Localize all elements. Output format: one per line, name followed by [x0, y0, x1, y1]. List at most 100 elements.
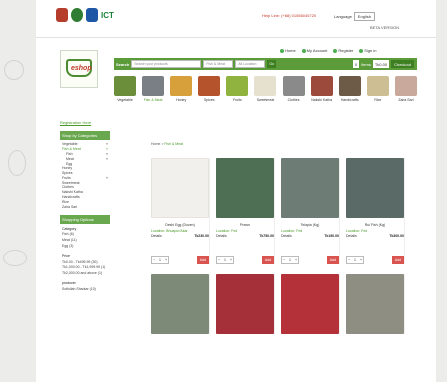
quantity-stepper[interactable]: −1 +	[151, 256, 169, 264]
cart-total: Tk0.00	[372, 60, 390, 68]
filter-price-3[interactable]: Tk2,000.00 and above (1)	[60, 270, 110, 276]
category-fish-meat[interactable]: Fish & Meat	[142, 76, 165, 102]
category-strip: Vegetable Fish & Meat Honey Spices Fruit…	[114, 76, 417, 102]
breadcrumb-home[interactable]: Home	[151, 142, 160, 146]
product-image[interactable]	[216, 158, 274, 218]
left-background	[0, 0, 36, 382]
breadcrumb: Home > Fish & Meat	[151, 142, 183, 146]
product-location: Location: Bhuapur/Akar	[151, 229, 188, 233]
language-dropdown[interactable]: English	[353, 12, 375, 21]
checkout-button[interactable]: Checkout	[391, 60, 414, 68]
category-fruits[interactable]: Fruits	[226, 76, 249, 102]
page-frame: ICT Help Line: (+88) 01556045720 Languag…	[36, 0, 436, 382]
product-image[interactable]	[281, 274, 339, 334]
category-zaira-sari-image	[394, 76, 417, 96]
product-name[interactable]: Prawn	[216, 223, 274, 227]
right-background	[436, 0, 447, 382]
sign-in-link[interactable]: Sign in	[359, 48, 377, 53]
product-name[interactable]: Telapia (Kg)	[281, 223, 339, 227]
product-details-link[interactable]: Details	[281, 234, 292, 238]
category-nakshi-katha-image	[310, 76, 333, 96]
product-price: Tk750.00	[259, 234, 274, 238]
category-handicrafts-image	[338, 76, 361, 96]
product-image[interactable]	[281, 158, 339, 218]
product-grid: Deshi Egg (Dozen) Location: Bhuapur/Akar…	[151, 158, 406, 334]
home-link[interactable]: Home	[280, 48, 296, 53]
beta-label: BETA VERSION	[370, 25, 400, 30]
product-details-link[interactable]: Details	[151, 234, 162, 238]
category-select[interactable]: Fish & Meat	[203, 60, 234, 68]
category-rice-image	[366, 76, 389, 96]
breadcrumb-current: Fish & Meat	[164, 142, 184, 146]
product-card: Rui Fish (Kg) Location: Fed Details Tk300…	[346, 158, 405, 264]
category-rice[interactable]: Rice	[366, 76, 389, 102]
sidebar: Registration Here Shop by Categories Veg…	[60, 120, 110, 292]
category-vegetable[interactable]: Vegetable	[114, 76, 136, 102]
filter-egg[interactable]: Egg (3)	[60, 243, 110, 249]
product-card: Deshi Egg (Dozen) Location: Bhuapur/Akar…	[151, 158, 210, 264]
product-name[interactable]: Rui Fish (Kg)	[346, 223, 404, 227]
product-card: Prawn Location: Fed Details Tk750.00 −1 + A…	[216, 158, 275, 264]
product-image[interactable]	[346, 158, 404, 218]
ict-logo: ICT	[101, 10, 114, 20]
category-honey[interactable]: Honey	[170, 76, 193, 102]
my-account-link[interactable]: My Account	[301, 48, 327, 53]
category-handicrafts[interactable]: Handicrafts	[338, 76, 361, 102]
category-sweetmeat-image	[254, 76, 277, 96]
add-to-cart-button[interactable]: Add	[196, 256, 209, 264]
category-sweetmeat[interactable]: Sweetmeat	[254, 76, 277, 102]
language-label: Language	[334, 14, 352, 19]
shop-by-categories-heading: Shop by Categories	[60, 131, 110, 140]
product-price: Tk190.00	[324, 234, 339, 238]
product-details-link[interactable]: Details	[346, 234, 357, 238]
search-label: Search	[116, 61, 130, 67]
category-fruits-image	[226, 76, 249, 96]
search-input[interactable]: Search your products	[131, 60, 202, 68]
product-image[interactable]	[346, 274, 404, 334]
add-to-cart-button[interactable]: Add	[326, 256, 339, 264]
quantity-stepper[interactable]: −1 +	[216, 256, 234, 264]
location-select[interactable]: All Location	[235, 60, 266, 68]
product-name[interactable]: Deshi Egg (Dozen)	[151, 223, 209, 227]
shopping-options-heading: Shopping Options	[60, 214, 110, 224]
category-clothes[interactable]: Clothes	[282, 76, 305, 102]
quantity-stepper[interactable]: −1 +	[346, 256, 364, 264]
cart-items-label: Items	[361, 61, 371, 67]
category-honey-image	[170, 76, 193, 96]
category-fish-meat-image	[142, 76, 165, 96]
product-location: Location: Fed	[346, 229, 368, 233]
product-price: Tk230.00	[194, 234, 209, 238]
cart-summary[interactable]: 0 Items Tk0.00 Checkout	[352, 60, 415, 68]
add-to-cart-button[interactable]: Add	[261, 256, 274, 264]
partner-logos: ICT	[56, 8, 114, 22]
product-image[interactable]	[151, 158, 209, 218]
product-card: Telapia (Kg) Location: Fed Details Tk190.…	[281, 158, 340, 264]
category-zaira-sari[interactable]: Zaira Sari	[394, 76, 417, 102]
government-seal-icon	[71, 8, 83, 22]
filter-producer-1[interactable]: Sofiullah Sharkar (10)	[60, 286, 110, 292]
filter-price-2[interactable]: Tk1,000.00 - Tk1,999.99 (1)	[60, 265, 110, 271]
language-selector[interactable]: Language English	[334, 12, 375, 21]
product-image[interactable]	[216, 274, 274, 334]
quantity-stepper[interactable]: −1 +	[281, 256, 299, 264]
help-line: Help Line: (+88) 01556045720	[262, 13, 317, 18]
product-image[interactable]	[151, 274, 209, 334]
add-to-cart-button[interactable]: Add	[391, 256, 404, 264]
product-location: Location: Fed	[281, 229, 303, 233]
digital-bangladesh-icon	[86, 8, 98, 22]
register-link[interactable]: Register	[333, 48, 353, 53]
cart-count: 0	[352, 60, 360, 68]
category-nakshi-katha[interactable]: Nakshi Katha	[310, 76, 333, 102]
category-spices[interactable]: Spices	[198, 76, 221, 102]
product-card	[346, 274, 405, 334]
sidebar-item-zaira-sari[interactable]: Zaira Sari	[60, 204, 110, 209]
product-card	[281, 274, 340, 334]
leader-photo-icon	[56, 8, 68, 22]
category-spices-image	[198, 76, 221, 96]
product-price: Tk300.00	[389, 234, 404, 238]
search-go-button[interactable]: Go	[267, 60, 277, 68]
registration-link[interactable]: Registration Here	[60, 120, 110, 125]
eshop-logo[interactable]: eshop	[60, 50, 98, 88]
product-card	[216, 274, 275, 334]
product-details-link[interactable]: Details	[216, 234, 227, 238]
